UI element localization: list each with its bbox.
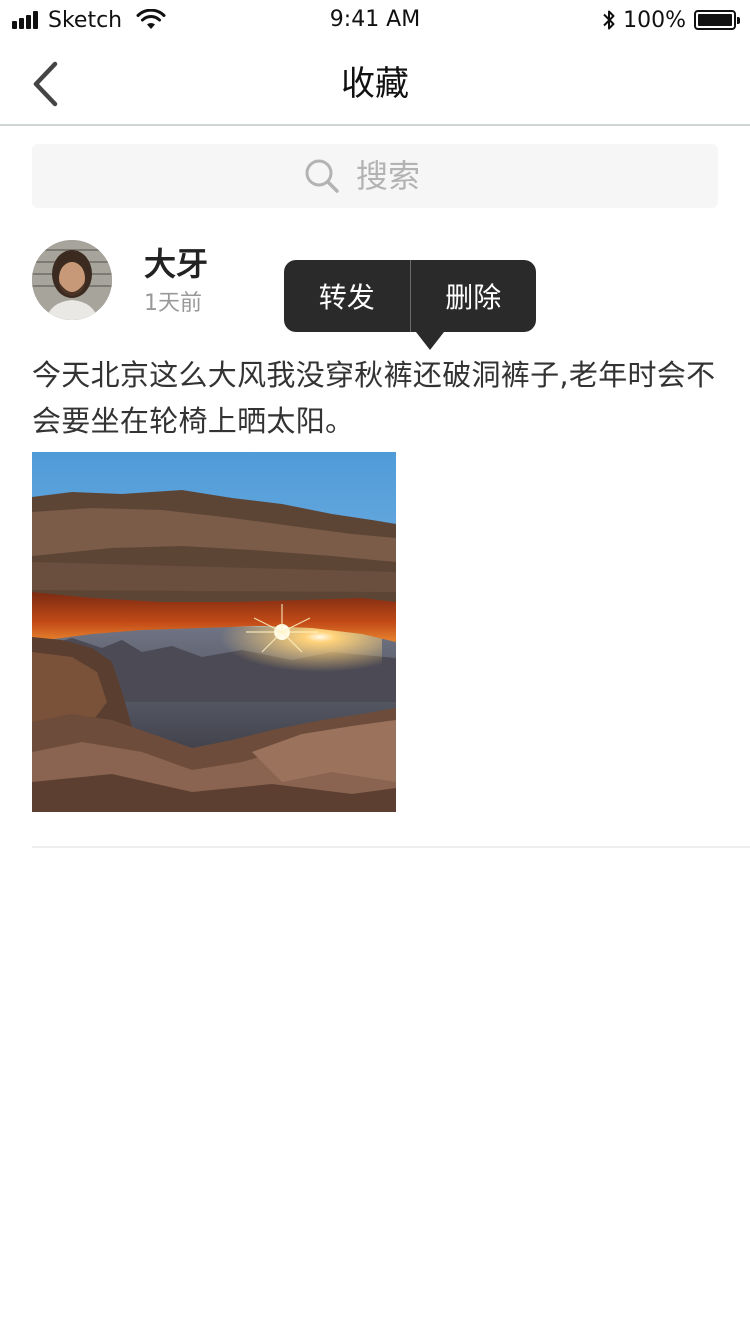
nav-bar: 收藏: [0, 40, 750, 126]
delete-button[interactable]: 删除: [411, 260, 537, 332]
popover-arrow: [416, 332, 444, 350]
battery-percent: 100%: [623, 7, 686, 33]
search-input[interactable]: [356, 157, 446, 195]
forward-button[interactable]: 转发: [284, 260, 410, 332]
post-content: 今天北京这么大风我没穿秋裤还破洞裤子,老年时会不会要坐在轮椅上晒太阳。: [32, 358, 716, 438]
post-time: 1天前: [144, 291, 202, 316]
avatar[interactable]: [32, 240, 112, 320]
battery-icon: [694, 10, 740, 30]
post-image[interactable]: [32, 452, 396, 812]
page-title: 收藏: [341, 64, 409, 104]
search-icon: [305, 159, 339, 193]
status-right: 100%: [601, 6, 740, 34]
avatar-image: [32, 240, 112, 320]
post-divider: [32, 846, 750, 848]
battery-fill: [698, 14, 732, 26]
user-name[interactable]: 大牙: [144, 244, 208, 284]
action-popover: 转发 删除: [284, 260, 537, 350]
search-bar[interactable]: [32, 144, 718, 208]
status-bar: Sketch 9:41 AM 100%: [0, 0, 750, 40]
landscape-photo: [32, 452, 396, 812]
bluetooth-icon: [603, 10, 615, 30]
